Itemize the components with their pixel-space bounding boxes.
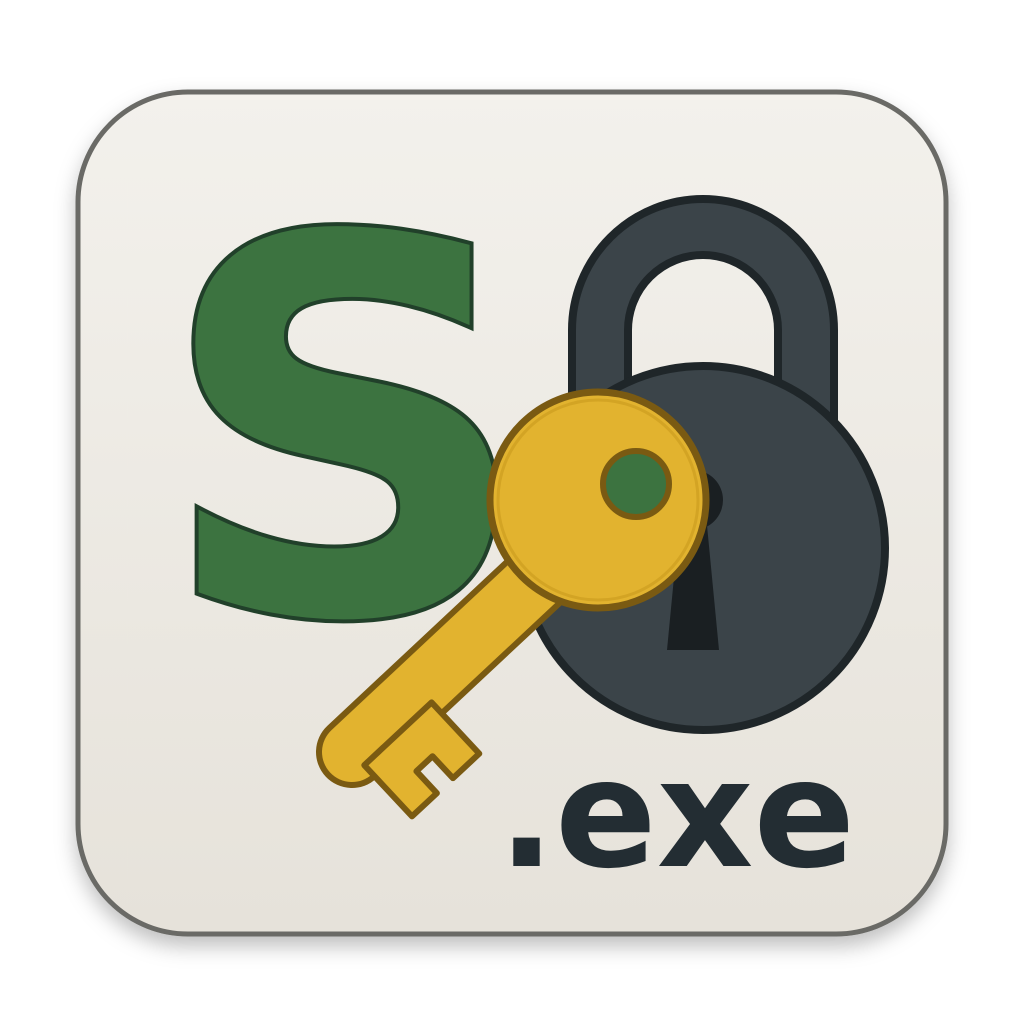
- app-icon-graphic: S .exe: [75, 89, 949, 937]
- app-icon: S .exe: [0, 0, 1024, 1024]
- extension-label: .exe: [498, 728, 855, 902]
- key-bow-hole: [600, 448, 672, 520]
